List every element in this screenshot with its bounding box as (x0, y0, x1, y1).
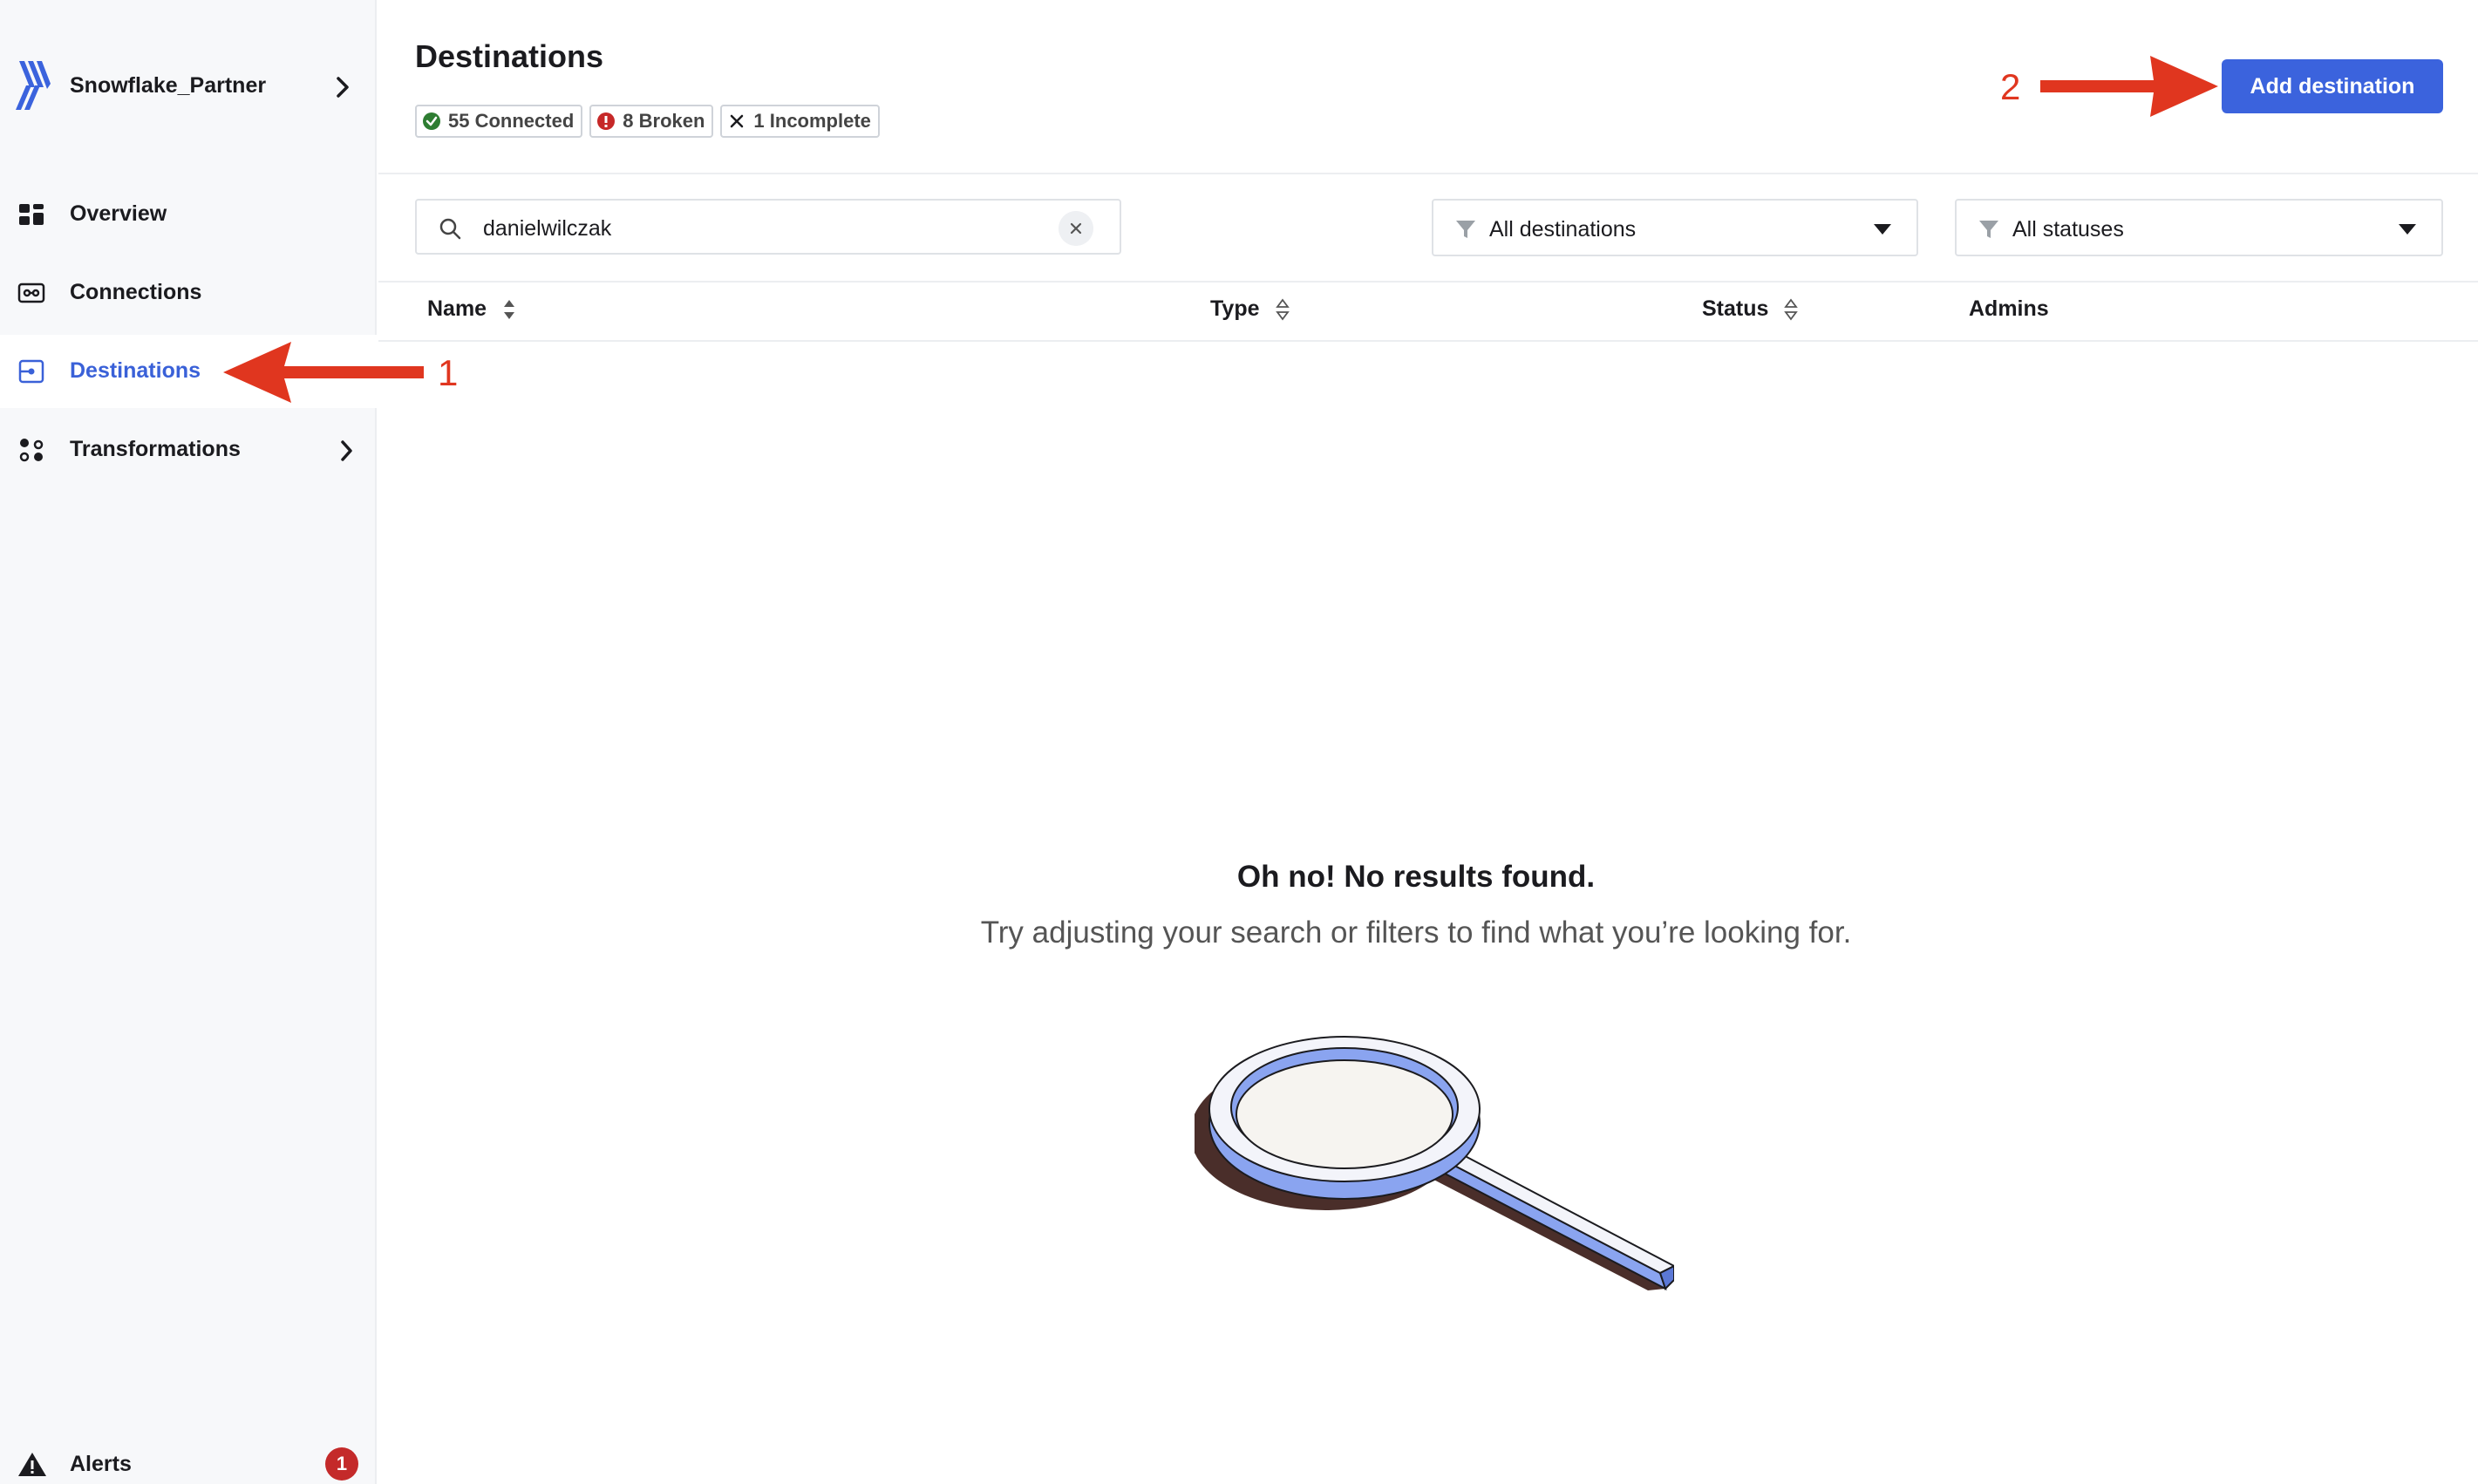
search-icon (439, 218, 461, 240)
status-filter-value: All statuses (2012, 217, 2124, 242)
annotation-arrow-1 (223, 342, 424, 403)
status-summary: 55 Connected 8 Broken 1 Incomplete (415, 105, 880, 138)
status-pill-label: 8 Broken (623, 110, 705, 132)
empty-state-title: Oh no! No results found. (1236, 860, 1596, 894)
sort-icon (504, 299, 515, 319)
x-icon (731, 114, 744, 128)
add-destination-button[interactable]: Add destination (2222, 59, 2443, 113)
sort-icon (1784, 298, 1799, 320)
column-header-type[interactable]: Type (1210, 296, 1290, 322)
sidebar-item-alerts[interactable]: Alerts 1 (0, 1430, 377, 1484)
alerts-count-badge: 1 (325, 1447, 358, 1481)
clear-search-icon[interactable] (1059, 211, 1093, 246)
destination-type-filter[interactable]: All destinations (1432, 199, 1918, 256)
column-header-status[interactable]: Status (1702, 296, 1799, 322)
status-pill-label: 1 Incomplete (753, 110, 871, 132)
column-header-name[interactable]: Name (427, 296, 516, 322)
workspace-name: Snowflake_Partner (70, 73, 267, 98)
status-pill-incomplete[interactable]: 1 Incomplete (720, 105, 880, 138)
filter-icon (1979, 221, 1998, 238)
sidebar-item-overview[interactable]: Overview (0, 178, 377, 251)
search-input[interactable]: danielwilczak (415, 199, 1121, 255)
empty-state-subtitle: Try adjusting your search or filters to … (980, 916, 1852, 950)
sidebar-item-transformations[interactable]: Transformations (0, 413, 377, 487)
annotation-arrow-2 (2040, 56, 2218, 117)
column-header-label: Status (1702, 296, 1769, 321)
sidebar: Snowflake_Partner Overview Connections D… (0, 0, 377, 1484)
check-circle-icon (423, 112, 440, 130)
dashboard-icon (19, 204, 44, 225)
search-value: danielwilczak (483, 216, 612, 241)
column-header-admins: Admins (1969, 296, 2049, 322)
connections-icon (17, 283, 45, 303)
chevron-right-icon (337, 77, 349, 98)
workspace-switcher[interactable]: Snowflake_Partner (0, 52, 377, 122)
sidebar-item-label: Transformations (70, 437, 241, 461)
sidebar-item-label: Destinations (70, 358, 201, 383)
status-pill-connected[interactable]: 55 Connected (415, 105, 583, 138)
status-pill-broken[interactable]: 8 Broken (589, 105, 714, 138)
destination-filter-value: All destinations (1489, 217, 1637, 242)
filter-icon (1456, 221, 1475, 238)
caret-down-icon (1874, 224, 1891, 235)
column-header-label: Admins (1969, 296, 2049, 321)
sidebar-item-label: Alerts (70, 1452, 132, 1476)
annotation-label-1: 1 (438, 352, 459, 393)
column-header-label: Name (427, 296, 487, 321)
header-divider (378, 173, 2478, 174)
annotation-label-2: 2 (2000, 66, 2021, 107)
status-filter[interactable]: All statuses (1955, 199, 2443, 256)
status-pill-label: 55 Connected (448, 110, 575, 132)
table-top-divider (378, 281, 2478, 283)
column-header-label: Type (1210, 296, 1260, 321)
error-circle-icon (597, 112, 616, 130)
table-header-divider (378, 340, 2478, 342)
magnifying-glass-icon (1195, 1036, 1674, 1291)
caret-down-icon (2399, 224, 2416, 235)
sidebar-item-label: Overview (70, 201, 167, 226)
destination-icon (18, 359, 44, 384)
warning-icon (18, 1453, 46, 1476)
transformations-icon (19, 439, 44, 462)
chevron-right-icon (341, 440, 352, 461)
fivetran-logo-icon (16, 61, 51, 110)
sort-icon (1275, 298, 1290, 320)
sidebar-item-connections[interactable]: Connections (0, 256, 377, 330)
sidebar-item-label: Connections (70, 280, 202, 304)
page-title: Destinations (415, 38, 604, 74)
